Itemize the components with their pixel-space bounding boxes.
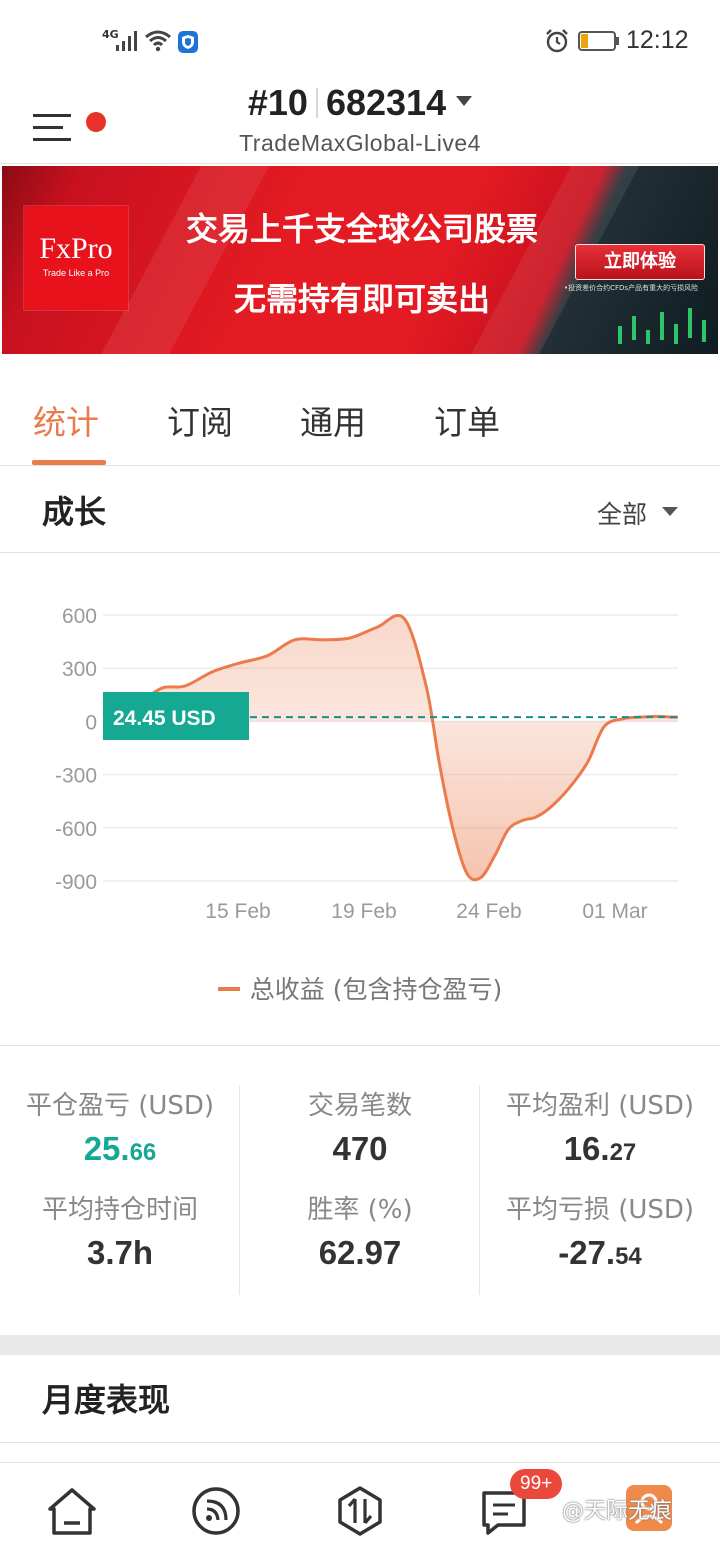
y-tick-label: 600 xyxy=(62,605,97,628)
current-value-tag: 24.45 USD xyxy=(103,692,249,740)
stat-value: 470 xyxy=(240,1130,480,1168)
banner-headline: 交易上千支全球公司股票 xyxy=(185,210,538,248)
y-tick-label: 0 xyxy=(85,711,97,734)
bottom-nav: 99+ @天际无痕 xyxy=(0,1462,720,1560)
monthly-title: 月度表现 xyxy=(42,1381,171,1419)
growth-chart: 600 300 0 -300 -600 -900 15 Feb 19 Feb 24 Feb 01… xyxy=(0,554,720,1044)
y-tick-label: -300 xyxy=(55,765,97,788)
trade-icon xyxy=(338,1486,382,1536)
alarm-icon xyxy=(546,29,568,53)
stat-label: 胜率 (%) xyxy=(307,1195,413,1225)
stat-column-divider xyxy=(239,1085,240,1295)
stat-avg-profit: 平均盈利 (USD) 16.27 xyxy=(480,1085,720,1168)
y-tick-label: 300 xyxy=(62,658,97,681)
current-value-label: 24.45 USD xyxy=(113,707,216,730)
stat-value: 16.27 xyxy=(480,1130,720,1168)
messages-badge: 99+ xyxy=(510,1469,563,1499)
status-bar: 4G 12:12 xyxy=(0,0,720,80)
candlestick-decor xyxy=(618,308,706,344)
y-tick-label: -600 xyxy=(55,818,97,841)
account-separator xyxy=(315,88,318,118)
stat-win-rate: 胜率 (%) 62.97 xyxy=(240,1189,480,1272)
app-header: #10 682314 TradeMaxGlobal-Live4 xyxy=(0,80,720,164)
stat-avg-loss: 平均亏损 (USD) -27.54 xyxy=(480,1189,720,1272)
stat-value: -27.54 xyxy=(480,1234,720,1272)
x-tick-label: 01 Mar xyxy=(582,900,647,923)
banner-cta-button[interactable]: 立即体验 xyxy=(575,244,705,280)
active-tab-indicator xyxy=(32,460,106,465)
stat-label: 平均亏损 (USD) xyxy=(505,1195,695,1225)
caret-down-icon xyxy=(662,507,678,516)
account-selector[interactable]: #10 682314 xyxy=(0,82,720,124)
tab-bar: 统计 订阅 通用 订单 xyxy=(0,370,720,466)
growth-title: 成长 xyxy=(42,493,107,531)
shield-icon xyxy=(178,31,198,53)
stat-value: 62.97 xyxy=(240,1234,480,1272)
tab-orders[interactable]: 订单 xyxy=(434,396,500,444)
section-gap xyxy=(0,1335,720,1355)
stat-value-int: 470 xyxy=(332,1130,388,1167)
stat-value: 3.7h xyxy=(0,1234,240,1272)
stat-value-int: 3.7h xyxy=(86,1234,154,1271)
chart-legend: 总收益 (包含持仓盈亏) xyxy=(0,970,720,1006)
battery-icon xyxy=(578,31,619,51)
stat-avg-hold-time: 平均持仓时间 3.7h xyxy=(0,1189,240,1272)
clock: 12:12 xyxy=(626,26,689,54)
banner-risk-note: •投资差价合约CFDs产品有重大的亏损风险 xyxy=(564,284,699,292)
stat-label: 平均持仓时间 xyxy=(41,1195,198,1225)
nav-feed[interactable] xyxy=(186,1481,246,1541)
stat-value-int: 25. xyxy=(83,1130,130,1167)
tab-subscribe[interactable]: 订阅 xyxy=(167,396,233,444)
growth-section-header: 成长 全部 xyxy=(0,467,720,553)
stat-label: 平仓盈亏 (USD) xyxy=(25,1091,215,1121)
home-icon xyxy=(48,1488,96,1535)
stat-label: 平均盈利 (USD) xyxy=(505,1091,695,1121)
stat-value-dec: 66 xyxy=(129,1139,157,1166)
stat-value-dec: 54 xyxy=(615,1243,642,1270)
nav-home[interactable] xyxy=(42,1481,102,1541)
x-tick-label: 24 Feb xyxy=(456,900,521,923)
feed-icon xyxy=(192,1487,240,1535)
fxpro-logo: FxPro Trade Like a Pro xyxy=(24,206,128,310)
x-tick-label: 19 Feb xyxy=(331,900,396,923)
wifi-icon xyxy=(145,30,171,52)
y-tick-label: -900 xyxy=(55,871,97,894)
stat-column-divider xyxy=(479,1085,480,1295)
logo-tagline: Trade Like a Pro xyxy=(42,268,110,278)
tab-statistics[interactable]: 统计 xyxy=(33,396,99,444)
x-tick-label: 15 Feb xyxy=(205,900,270,923)
stat-value-dec: 27 xyxy=(609,1139,637,1166)
caret-down-icon xyxy=(456,96,473,106)
stats-grid: 平仓盈亏 (USD) 25.66 交易笔数 470 平均盈利 (USD) 16.… xyxy=(0,1045,720,1335)
stat-value-int: -27. xyxy=(558,1234,616,1271)
stat-value-int: 16. xyxy=(563,1130,610,1167)
banner-subheadline: 无需持有即可卖出 xyxy=(233,280,490,318)
legend-label: 总收益 (包含持仓盈亏) xyxy=(249,975,503,1004)
stat-trade-count: 交易笔数 470 xyxy=(240,1085,480,1168)
legend-swatch xyxy=(217,987,240,991)
stat-label: 交易笔数 xyxy=(307,1091,412,1121)
server-name: TradeMaxGlobal-Live4 xyxy=(239,130,481,156)
logo-name: FxPro xyxy=(39,232,113,265)
stat-value-int: 62.97 xyxy=(318,1234,402,1271)
account-prefix: #10 xyxy=(247,82,308,123)
watermark: @天际无痕 xyxy=(562,1499,673,1524)
ad-banner[interactable]: FxPro Trade Like a Pro 交易上千支全球公司股票 无需持有即… xyxy=(2,166,718,354)
stat-closed-pnl: 平仓盈亏 (USD) 25.66 xyxy=(0,1085,240,1168)
monthly-section-header: 月度表现 xyxy=(0,1355,720,1443)
nav-trade[interactable] xyxy=(330,1481,390,1541)
account-number: 682314 xyxy=(325,82,447,123)
growth-filter-dropdown[interactable]: 全部 xyxy=(597,495,647,531)
signal-icon xyxy=(116,31,137,51)
stat-value: 25.66 xyxy=(0,1130,240,1168)
tab-general[interactable]: 通用 xyxy=(300,396,366,444)
